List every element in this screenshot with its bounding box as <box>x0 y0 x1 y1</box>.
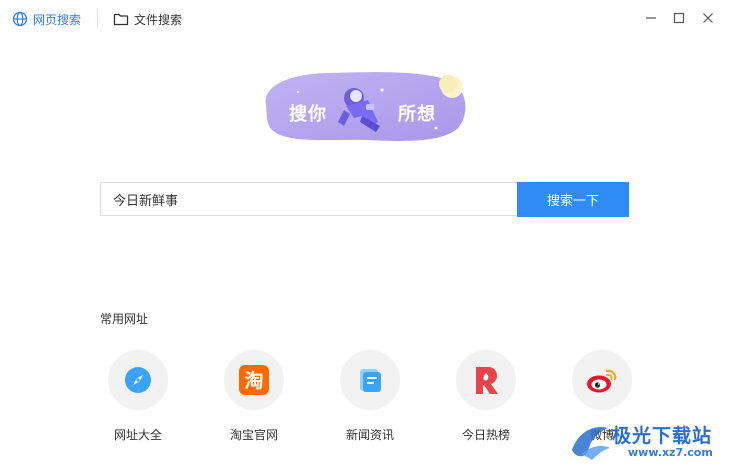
site-item-hot-list[interactable]: 今日热榜 <box>441 350 531 450</box>
maximize-icon <box>673 12 685 24</box>
site-label: 网址大全 <box>113 428 162 442</box>
watermark-url: www.xz7.com <box>628 446 713 459</box>
tab-file-search-label: 文件搜索 <box>134 12 183 27</box>
site-label: 今日热榜 <box>461 428 510 442</box>
site-item-news[interactable]: 新闻资讯 <box>325 350 415 450</box>
close-icon <box>703 13 713 23</box>
minimize-button[interactable] <box>642 9 660 27</box>
site-icon-circle <box>340 350 400 410</box>
taobao-icon: 淘 <box>239 365 269 395</box>
globe-icon <box>12 11 28 27</box>
banner-text-left: 搜你 <box>289 104 327 125</box>
hot-list-icon <box>476 367 498 394</box>
folder-icon <box>113 11 129 27</box>
site-icon-circle: 淘 <box>224 350 284 410</box>
close-button[interactable] <box>699 9 717 27</box>
top-bar: 网页搜索 文件搜索 <box>0 0 730 36</box>
site-item-directory[interactable]: 网址大全 <box>93 350 183 450</box>
search-window: 网页搜索 文件搜索 搜你 所想 今日新鲜事 搜索一下 常用网址 网址大全 淘 淘… <box>0 0 730 470</box>
watermark-text: 极光下载站 <box>612 425 713 447</box>
minimize-icon <box>646 17 656 19</box>
weibo-icon <box>587 369 617 393</box>
svg-text:淘: 淘 <box>244 369 263 392</box>
common-sites-title: 常用网址 <box>100 312 149 326</box>
site-icon-circle <box>572 350 632 410</box>
tab-web-search[interactable]: 网页搜索 <box>12 10 81 28</box>
maximize-button[interactable] <box>670 9 688 27</box>
compass-icon <box>125 367 151 393</box>
site-item-taobao[interactable]: 淘 淘宝官网 <box>209 350 299 450</box>
tab-file-search[interactable]: 文件搜索 <box>113 10 182 28</box>
site-icon-circle <box>456 350 516 410</box>
site-label: 淘宝官网 <box>229 428 278 442</box>
site-label: 新闻资讯 <box>345 428 394 442</box>
news-icon <box>360 369 381 392</box>
tab-web-search-label: 网页搜索 <box>33 12 82 27</box>
search-input[interactable] <box>100 182 517 216</box>
tab-divider <box>97 9 98 29</box>
site-icon-circle <box>108 350 168 410</box>
banner-text-right: 所想 <box>398 104 436 125</box>
search-button[interactable]: 搜索一下 <box>517 182 629 217</box>
